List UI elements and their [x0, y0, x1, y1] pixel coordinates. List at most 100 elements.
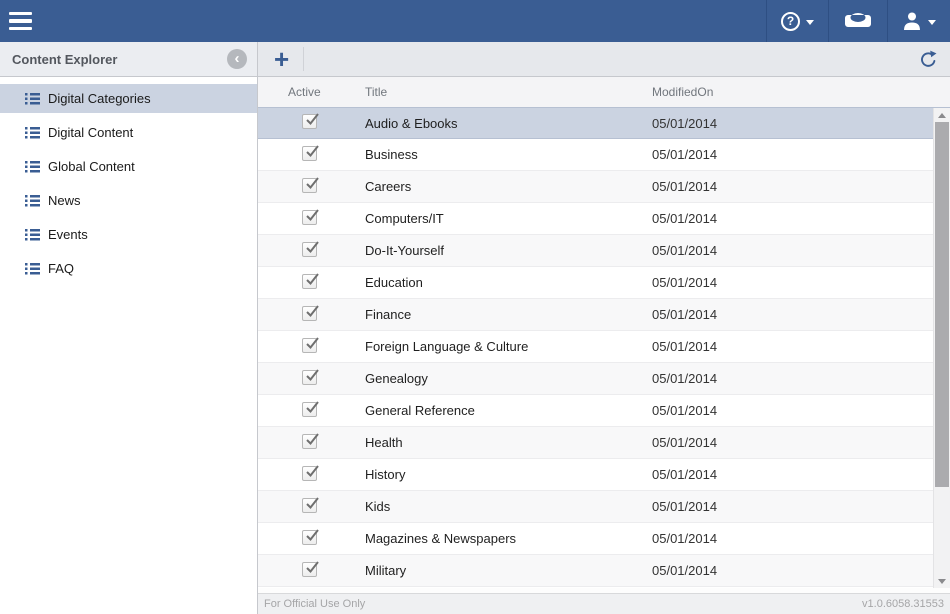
scrollbar-thumb[interactable]: [935, 122, 949, 487]
modifiedon-cell: 05/01/2014: [652, 467, 950, 482]
table-row[interactable]: Computers/IT 05/01/2014: [258, 203, 950, 235]
active-checkbox[interactable]: [302, 114, 317, 129]
column-header-active[interactable]: Active: [258, 85, 365, 99]
panel-title: Content Explorer: [12, 52, 117, 67]
scroll-down-button[interactable]: [934, 574, 950, 588]
active-checkbox[interactable]: [302, 498, 317, 513]
table-row[interactable]: Health 05/01/2014: [258, 427, 950, 459]
status-bar: For Official Use Only v1.0.6058.31553: [258, 593, 950, 614]
active-checkbox[interactable]: [302, 242, 317, 257]
checkmark-icon: [304, 144, 320, 160]
sidebar-item-news[interactable]: News: [0, 186, 257, 215]
column-header-title[interactable]: Title: [365, 85, 652, 99]
table-row[interactable]: Magazines & Newspapers 05/01/2014: [258, 523, 950, 555]
modifiedon-cell: 05/01/2014: [652, 243, 950, 258]
modifiedon-cell: 05/01/2014: [652, 275, 950, 290]
table-row[interactable]: History 05/01/2014: [258, 459, 950, 491]
checkmark-icon: [304, 528, 320, 544]
hamburger-bar: [9, 27, 32, 31]
active-checkbox[interactable]: [302, 434, 317, 449]
table-row[interactable]: Finance 05/01/2014: [258, 299, 950, 331]
title-cell: Magazines & Newspapers: [365, 531, 652, 546]
topbar: ?: [0, 0, 950, 42]
active-checkbox[interactable]: [302, 306, 317, 321]
help-icon: ?: [781, 12, 800, 31]
classification-label: For Official Use Only: [264, 598, 365, 610]
list-icon: [25, 126, 40, 139]
active-cell: [258, 242, 365, 260]
refresh-button[interactable]: [919, 50, 938, 69]
active-checkbox[interactable]: [302, 178, 317, 193]
user-icon: [902, 11, 922, 31]
chevron-down-icon: [806, 20, 814, 25]
title-cell: Health: [365, 435, 652, 450]
sidebar-item-label: Events: [48, 227, 88, 242]
table-row[interactable]: Audio & Ebooks 05/01/2014: [258, 107, 950, 139]
sidebar-item-digital-content[interactable]: Digital Content: [0, 118, 257, 147]
sidebar-item-label: Global Content: [48, 159, 135, 174]
active-checkbox[interactable]: [302, 210, 317, 225]
table-row[interactable]: Kids 05/01/2014: [258, 491, 950, 523]
modifiedon-cell: 05/01/2014: [652, 531, 950, 546]
active-cell: [258, 562, 365, 580]
active-checkbox[interactable]: [302, 274, 317, 289]
inbox-icon: [843, 12, 873, 30]
sidebar-item-events[interactable]: Events: [0, 220, 257, 249]
column-header-modifiedon[interactable]: ModifiedOn: [652, 85, 950, 99]
active-checkbox[interactable]: [302, 338, 317, 353]
sidebar-item-label: FAQ: [48, 261, 74, 276]
user-menu-button[interactable]: [887, 0, 950, 42]
active-cell: [258, 466, 365, 484]
active-cell: [258, 338, 365, 356]
sidebar-item-digital-categories[interactable]: Digital Categories: [0, 84, 257, 113]
active-checkbox[interactable]: [302, 562, 317, 577]
active-cell: [258, 434, 365, 452]
active-cell: [258, 178, 365, 196]
title-cell: Business: [365, 147, 652, 162]
active-checkbox[interactable]: [302, 370, 317, 385]
table-body: Audio & Ebooks 05/01/2014 Business 05/01…: [258, 108, 950, 588]
modifiedon-cell: 05/01/2014: [652, 403, 950, 418]
sidebar-item-global-content[interactable]: Global Content: [0, 152, 257, 181]
table-row[interactable]: Do-It-Yourself 05/01/2014: [258, 235, 950, 267]
title-cell: Military: [365, 563, 652, 578]
active-checkbox[interactable]: [302, 402, 317, 417]
sidebar-header: Content Explorer ‹: [0, 42, 258, 76]
refresh-icon: [919, 50, 938, 69]
help-menu-button[interactable]: ?: [766, 0, 828, 42]
collapse-sidebar-button[interactable]: ‹: [227, 49, 247, 69]
active-checkbox[interactable]: [302, 530, 317, 545]
sidebar-item-label: News: [48, 193, 81, 208]
active-checkbox[interactable]: [302, 146, 317, 161]
table-row[interactable]: Military 05/01/2014: [258, 555, 950, 587]
checkmark-icon: [304, 560, 320, 576]
add-button[interactable]: +: [270, 48, 293, 70]
modifiedon-cell: 05/01/2014: [652, 116, 950, 131]
table-row[interactable]: Foreign Language & Culture 05/01/2014: [258, 331, 950, 363]
scroll-up-button[interactable]: [934, 108, 950, 122]
list-icon: [25, 160, 40, 173]
sidebar-item-faq[interactable]: FAQ: [0, 254, 257, 283]
active-checkbox[interactable]: [302, 466, 317, 481]
menu-icon[interactable]: [0, 0, 42, 42]
active-cell: [258, 146, 365, 164]
active-cell: [258, 402, 365, 420]
checkmark-icon: [304, 496, 320, 512]
title-cell: Do-It-Yourself: [365, 243, 652, 258]
checkmark-icon: [304, 272, 320, 288]
table-row[interactable]: Education 05/01/2014: [258, 267, 950, 299]
table-row[interactable]: Genealogy 05/01/2014: [258, 363, 950, 395]
vertical-scrollbar[interactable]: [933, 108, 950, 588]
table-row[interactable]: General Reference 05/01/2014: [258, 395, 950, 427]
checkmark-icon: [304, 336, 320, 352]
hamburger-bar: [9, 19, 32, 23]
inbox-button[interactable]: [828, 0, 887, 42]
table-row[interactable]: Careers 05/01/2014: [258, 171, 950, 203]
table-row[interactable]: Business 05/01/2014: [258, 139, 950, 171]
active-cell: [258, 306, 365, 324]
active-cell: [258, 530, 365, 548]
active-cell: [258, 114, 365, 132]
title-cell: General Reference: [365, 403, 652, 418]
content-toolbar: +: [258, 42, 950, 76]
checkmark-icon: [304, 112, 320, 128]
